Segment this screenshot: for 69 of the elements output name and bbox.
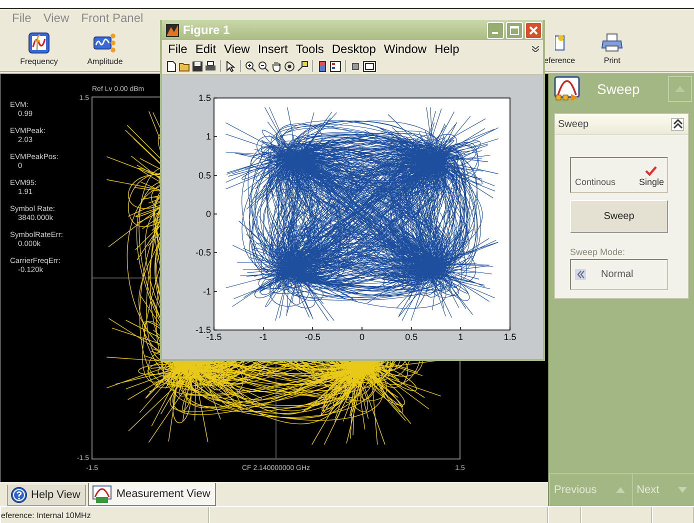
axis-tick-label: 1.5 (198, 93, 211, 103)
check-icon (645, 166, 658, 176)
frequency-icon (28, 32, 50, 54)
section-title: Sweep (558, 118, 589, 130)
mode-option[interactable]: Continous (575, 158, 616, 192)
axis-tick-label: 1 (458, 332, 464, 342)
collapse-button[interactable] (671, 118, 684, 130)
overflow-icon[interactable] (532, 46, 539, 52)
menu-item[interactable]: Help (430, 42, 464, 56)
square-icon[interactable] (350, 60, 361, 72)
new-file-icon[interactable] (166, 60, 177, 72)
colorbar-icon[interactable] (317, 60, 328, 72)
menu-item[interactable]: Edit (191, 42, 220, 56)
toolbar-button[interactable]: Frequency (14, 27, 64, 71)
maximize-icon (510, 26, 519, 34)
toolbar-button[interactable]: Print (601, 27, 624, 71)
sweep-mode-dropdown[interactable]: Normal (570, 259, 668, 290)
menu-item[interactable]: Insert (254, 42, 292, 56)
open-folder-icon[interactable] (179, 60, 190, 72)
rotate-icon[interactable] (284, 60, 295, 72)
sweep-button[interactable]: Sweep (570, 200, 668, 233)
menu-item[interactable]: View (220, 42, 254, 56)
toolbar-button[interactable]: Amplitude (80, 27, 130, 71)
close-button[interactable] (525, 22, 542, 38)
menu-item[interactable]: Window (380, 42, 431, 56)
panel-title: Sweep (597, 81, 641, 97)
app-icon (166, 24, 179, 36)
data-cursor-icon[interactable] (297, 60, 308, 72)
field-label: Sweep Mode: (570, 247, 626, 257)
view-tab[interactable]: Help View (7, 485, 86, 506)
caret-up-icon (616, 487, 625, 493)
axis-tick-label: 0.5 (198, 170, 211, 180)
window-title: Figure 1 (183, 23, 231, 37)
hand-icon[interactable] (271, 60, 282, 72)
menu-item[interactable]: File (164, 42, 192, 56)
help-icon (11, 487, 27, 503)
axis-tick-label: -1.5 (195, 325, 211, 335)
axis-tick-label: -1.5 (206, 332, 222, 342)
measurement-icon (92, 485, 112, 503)
axis-tick-label: 1.5 (504, 332, 516, 342)
axis-tick-label: 1 (206, 132, 211, 142)
print-icon[interactable] (205, 60, 216, 72)
axis-tick-label: -1 (259, 332, 268, 342)
close-icon (529, 26, 538, 34)
double-chevron-left-icon (575, 269, 586, 280)
axis-tick-label: 0 (360, 332, 364, 342)
menu-item[interactable]: Tools (292, 42, 328, 56)
amplitude-icon (92, 32, 118, 54)
reference-icon (554, 33, 565, 53)
axis-tick-label: 0.5 (405, 332, 418, 342)
sweep-icon (553, 75, 583, 103)
legend-icon[interactable] (330, 60, 341, 72)
pointer-icon[interactable] (225, 60, 236, 72)
save-icon[interactable] (192, 60, 203, 72)
zoom-in-icon[interactable] (245, 60, 256, 72)
menu-item[interactable]: Desktop (328, 42, 380, 56)
axis-tick-label: -0.5 (195, 248, 211, 258)
view-tab[interactable]: Measurement View (88, 483, 216, 506)
caret-up-icon (675, 86, 685, 92)
double-chevron-up-icon (672, 119, 682, 129)
axis-tick-label: 0 (206, 209, 211, 219)
caret-down-icon (678, 487, 687, 493)
axis-tick-label: -1 (202, 286, 211, 296)
mode-option[interactable]: Single (638, 158, 664, 192)
window-icon[interactable] (363, 60, 376, 72)
status-text: eference: Internal 10MHz (1, 510, 91, 520)
printer-icon (601, 33, 624, 53)
axis-tick-label: -0.5 (304, 332, 320, 342)
zoom-out-icon[interactable] (258, 60, 269, 72)
